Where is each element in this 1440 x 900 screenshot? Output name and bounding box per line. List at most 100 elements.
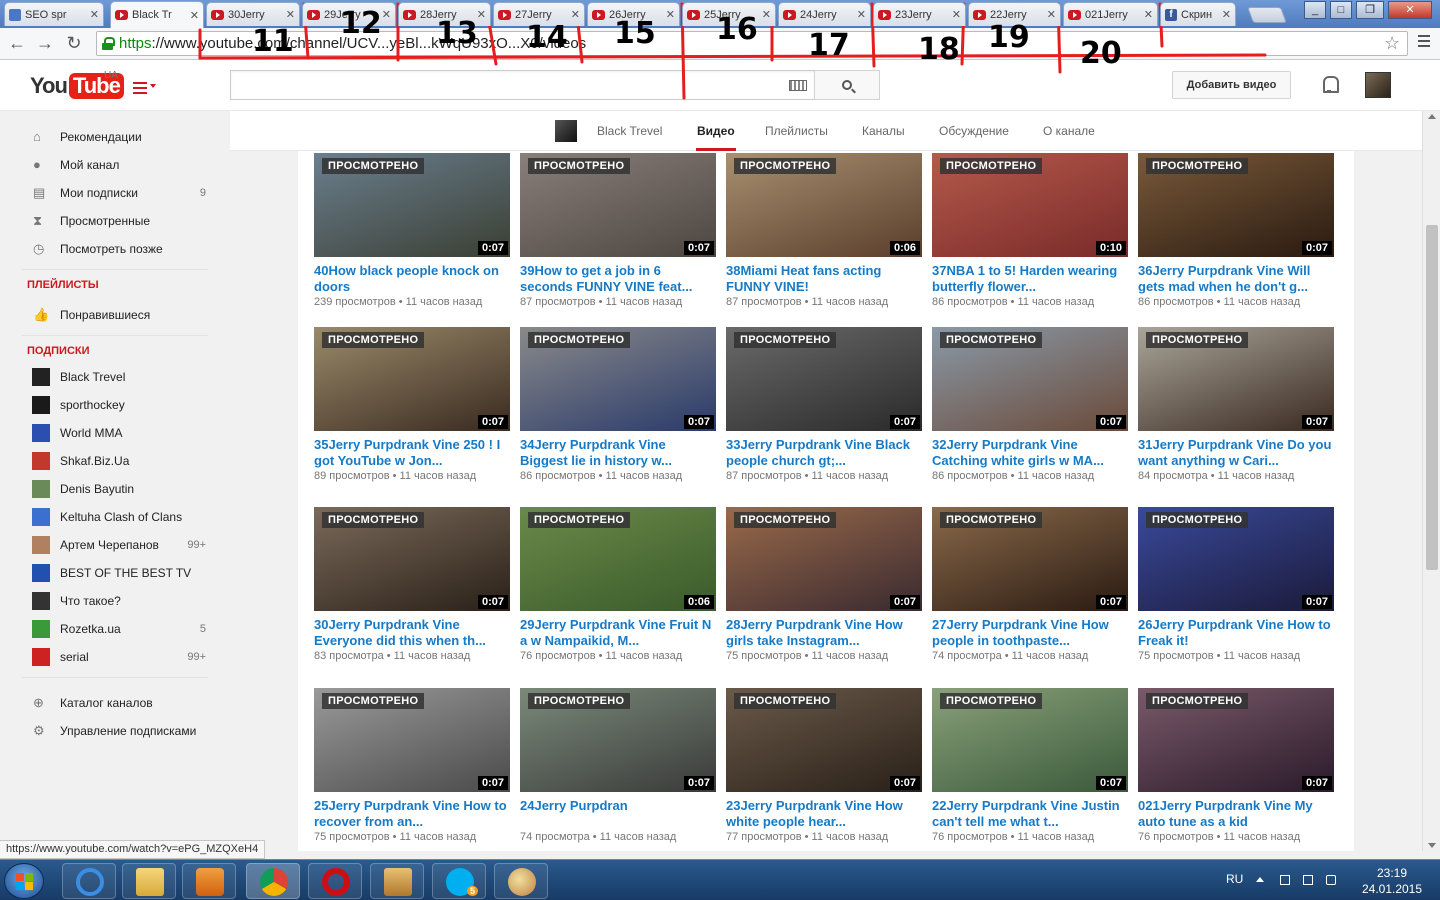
close-icon[interactable]: ✕ bbox=[663, 8, 675, 21]
volume-icon[interactable] bbox=[1326, 875, 1336, 885]
video-title-link[interactable]: 24Jerry Purpdran bbox=[520, 798, 716, 830]
browser-tab[interactable]: 24Jerry ✕ bbox=[778, 2, 871, 26]
video-thumbnail[interactable]: ПРОСМОТРЕНО 0:07 bbox=[932, 688, 1128, 792]
search-button[interactable] bbox=[814, 70, 880, 100]
video-thumbnail[interactable]: ПРОСМОТРЕНО 0:07 bbox=[1138, 153, 1334, 257]
tab-discussion[interactable]: Обсуждение bbox=[939, 124, 1009, 138]
start-button[interactable] bbox=[4, 863, 44, 899]
window-close-button[interactable]: ✕ bbox=[1388, 1, 1432, 19]
guide-menu-icon[interactable] bbox=[133, 82, 147, 97]
video-card[interactable]: ПРОСМОТРЕНО 0:06 29Jerry Purpdrank Vine Fr… bbox=[520, 507, 716, 662]
taskbar-app-button[interactable] bbox=[370, 863, 424, 899]
sidebar-subscription[interactable]: sporthockey bbox=[0, 391, 230, 419]
new-tab-button[interactable] bbox=[1247, 7, 1287, 23]
tab-playlists[interactable]: Плейлисты bbox=[765, 124, 828, 138]
browser-tab[interactable]: 021Jerry ✕ bbox=[1063, 2, 1158, 26]
sidebar-item[interactable]: ⌂ Рекомендации bbox=[0, 123, 230, 151]
video-thumbnail[interactable]: ПРОСМОТРЕНО 0:07 bbox=[520, 327, 716, 431]
video-thumbnail[interactable]: ПРОСМОТРЕНО 0:07 bbox=[520, 153, 716, 257]
video-thumbnail[interactable]: ПРОСМОТРЕНО 0:06 bbox=[726, 153, 922, 257]
close-icon[interactable]: ✕ bbox=[759, 8, 771, 21]
browser-tab[interactable]: 30Jerry ✕ bbox=[206, 2, 300, 26]
video-card[interactable]: ПРОСМОТРЕНО 0:07 31Jerry Purpdrank Vine Do… bbox=[1138, 327, 1334, 482]
video-title-link[interactable]: 33Jerry Purpdrank Vine Black people chur… bbox=[726, 437, 922, 469]
video-title-link[interactable]: 38Miami Heat fans acting FUNNY VINE! bbox=[726, 263, 922, 295]
maximize-button[interactable]: □ bbox=[1330, 1, 1352, 19]
browser-tab[interactable]: SEO spr ✕ bbox=[4, 2, 104, 26]
video-card[interactable]: ПРОСМОТРЕНО 0:07 32Jerry Purpdrank Vine Ca… bbox=[932, 327, 1128, 482]
chrome-menu-icon[interactable] bbox=[1418, 35, 1430, 50]
video-thumbnail[interactable]: ПРОСМОТРЕНО 0:07 bbox=[314, 153, 510, 257]
video-thumbnail[interactable]: ПРОСМОТРЕНО 0:07 bbox=[1138, 327, 1334, 431]
notifications-bell-icon[interactable] bbox=[1321, 75, 1339, 93]
video-card[interactable]: ПРОСМОТРЕНО 0:07 22Jerry Purpdrank Vine Ju… bbox=[932, 688, 1128, 843]
video-card[interactable]: ПРОСМОТРЕНО 0:07 40How black people knock … bbox=[314, 153, 510, 308]
scrollbar-thumb[interactable] bbox=[1426, 225, 1438, 570]
language-indicator[interactable]: RU bbox=[1226, 872, 1243, 886]
video-title-link[interactable]: 26Jerry Purpdrank Vine How to Freak it! bbox=[1138, 617, 1334, 649]
taskbar-app-button[interactable] bbox=[122, 863, 176, 899]
video-title-link[interactable]: 021Jerry Purpdrank Vine My auto tune as … bbox=[1138, 798, 1334, 830]
close-icon[interactable]: ✕ bbox=[949, 8, 961, 21]
search-input[interactable] bbox=[230, 70, 815, 100]
video-card[interactable]: ПРОСМОТРЕНО 0:07 30Jerry Purpdrank Vine Ev… bbox=[314, 507, 510, 662]
close-icon[interactable]: ✕ bbox=[568, 8, 580, 21]
video-thumbnail[interactable]: ПРОСМОТРЕНО 0:10 bbox=[932, 153, 1128, 257]
channel-name[interactable]: Black Trevel bbox=[597, 124, 662, 138]
channel-avatar[interactable] bbox=[555, 120, 577, 142]
video-title-link[interactable]: 28Jerry Purpdrank Vine How girls take In… bbox=[726, 617, 922, 649]
sidebar-subscription[interactable]: serial 99+ bbox=[0, 643, 230, 671]
sidebar-subscription[interactable]: World MMA bbox=[0, 419, 230, 447]
scroll-up-icon[interactable] bbox=[1428, 114, 1436, 119]
video-title-link[interactable]: 31Jerry Purpdrank Vine Do you want anyth… bbox=[1138, 437, 1334, 469]
video-title-link[interactable]: 39How to get a job in 6 seconds FUNNY VI… bbox=[520, 263, 716, 295]
video-title-link[interactable]: 36Jerry Purpdrank Vine Will gets mad whe… bbox=[1138, 263, 1334, 295]
video-title-link[interactable]: 27Jerry Purpdrank Vine How people in too… bbox=[932, 617, 1128, 649]
video-title-link[interactable]: 37NBA 1 to 5! Harden wearing butterfly f… bbox=[932, 263, 1128, 295]
page-scrollbar[interactable] bbox=[1422, 111, 1440, 851]
video-card[interactable]: ПРОСМОТРЕНО 0:07 23Jerry Purpdrank Vine Ho… bbox=[726, 688, 922, 843]
tab-channels[interactable]: Каналы bbox=[862, 124, 905, 138]
video-thumbnail[interactable]: ПРОСМОТРЕНО 0:07 bbox=[1138, 507, 1334, 611]
bookmark-star-icon[interactable]: ☆ bbox=[1384, 33, 1400, 54]
video-title-link[interactable]: 35Jerry Purpdrank Vine 250 ! I got YouTu… bbox=[314, 437, 510, 469]
network-icon[interactable] bbox=[1303, 875, 1313, 885]
upload-button[interactable]: Добавить видео bbox=[1172, 71, 1291, 99]
video-thumbnail[interactable]: ПРОСМОТРЕНО 0:07 bbox=[726, 327, 922, 431]
browser-tab[interactable]: 23Jerry ✕ bbox=[873, 2, 966, 26]
close-icon[interactable]: ✕ bbox=[1219, 8, 1231, 21]
video-thumbnail[interactable]: ПРОСМОТРЕНО 0:07 bbox=[1138, 688, 1334, 792]
video-thumbnail[interactable]: ПРОСМОТРЕНО 0:07 bbox=[726, 688, 922, 792]
taskbar-app-button[interactable]: 5 bbox=[432, 863, 486, 899]
back-icon[interactable]: ← bbox=[6, 32, 28, 54]
video-card[interactable]: ПРОСМОТРЕНО 0:07 39How to get a job in 6 s… bbox=[520, 153, 716, 308]
video-card[interactable]: ПРОСМОТРЕНО 0:07 24Jerry Purpdran 74 просмо… bbox=[520, 688, 716, 843]
video-title-link[interactable]: 34Jerry Purpdrank Vine Biggest lie in hi… bbox=[520, 437, 716, 469]
sidebar-item[interactable]: ◷ Посмотреть позже bbox=[0, 235, 230, 263]
sidebar-item[interactable]: ● Мой канал bbox=[0, 151, 230, 179]
video-thumbnail[interactable]: ПРОСМОТРЕНО 0:07 bbox=[314, 327, 510, 431]
sidebar-subscription[interactable]: Black Trevel bbox=[0, 363, 230, 391]
sidebar-item[interactable]: ⧗ Просмотренные bbox=[0, 207, 230, 235]
video-title-link[interactable]: 22Jerry Purpdrank Vine Justin can't tell… bbox=[932, 798, 1128, 830]
video-card[interactable]: ПРОСМОТРЕНО 0:07 26Jerry Purpdrank Vine Ho… bbox=[1138, 507, 1334, 662]
video-thumbnail[interactable]: ПРОСМОТРЕНО 0:07 bbox=[932, 507, 1128, 611]
flag-icon[interactable] bbox=[1280, 875, 1290, 885]
video-thumbnail[interactable]: ПРОСМОТРЕНО 0:07 bbox=[314, 507, 510, 611]
sidebar-subscription[interactable]: Denis Bayutin bbox=[0, 475, 230, 503]
tray-expand-icon[interactable] bbox=[1256, 877, 1264, 882]
browser-tab[interactable]: f Скрин ✕ bbox=[1160, 2, 1236, 26]
chevron-down-icon[interactable] bbox=[150, 84, 156, 88]
tab-about[interactable]: О канале bbox=[1043, 124, 1095, 138]
video-thumbnail[interactable]: ПРОСМОТРЕНО 0:07 bbox=[932, 327, 1128, 431]
sidebar-subscription[interactable]: BEST OF THE BEST TV bbox=[0, 559, 230, 587]
close-icon[interactable]: ✕ bbox=[283, 8, 295, 21]
taskbar-app-button[interactable] bbox=[494, 863, 548, 899]
scroll-down-icon[interactable] bbox=[1428, 843, 1436, 848]
tab-videos[interactable]: Видео bbox=[697, 124, 735, 138]
keyboard-icon[interactable] bbox=[789, 80, 807, 91]
sidebar-subscription[interactable]: Shkaf.Biz.Ua bbox=[0, 447, 230, 475]
close-icon[interactable]: ✕ bbox=[187, 9, 199, 22]
video-card[interactable]: ПРОСМОТРЕНО 0:07 28Jerry Purpdrank Vine Ho… bbox=[726, 507, 922, 662]
taskbar-app-button[interactable] bbox=[62, 863, 116, 899]
